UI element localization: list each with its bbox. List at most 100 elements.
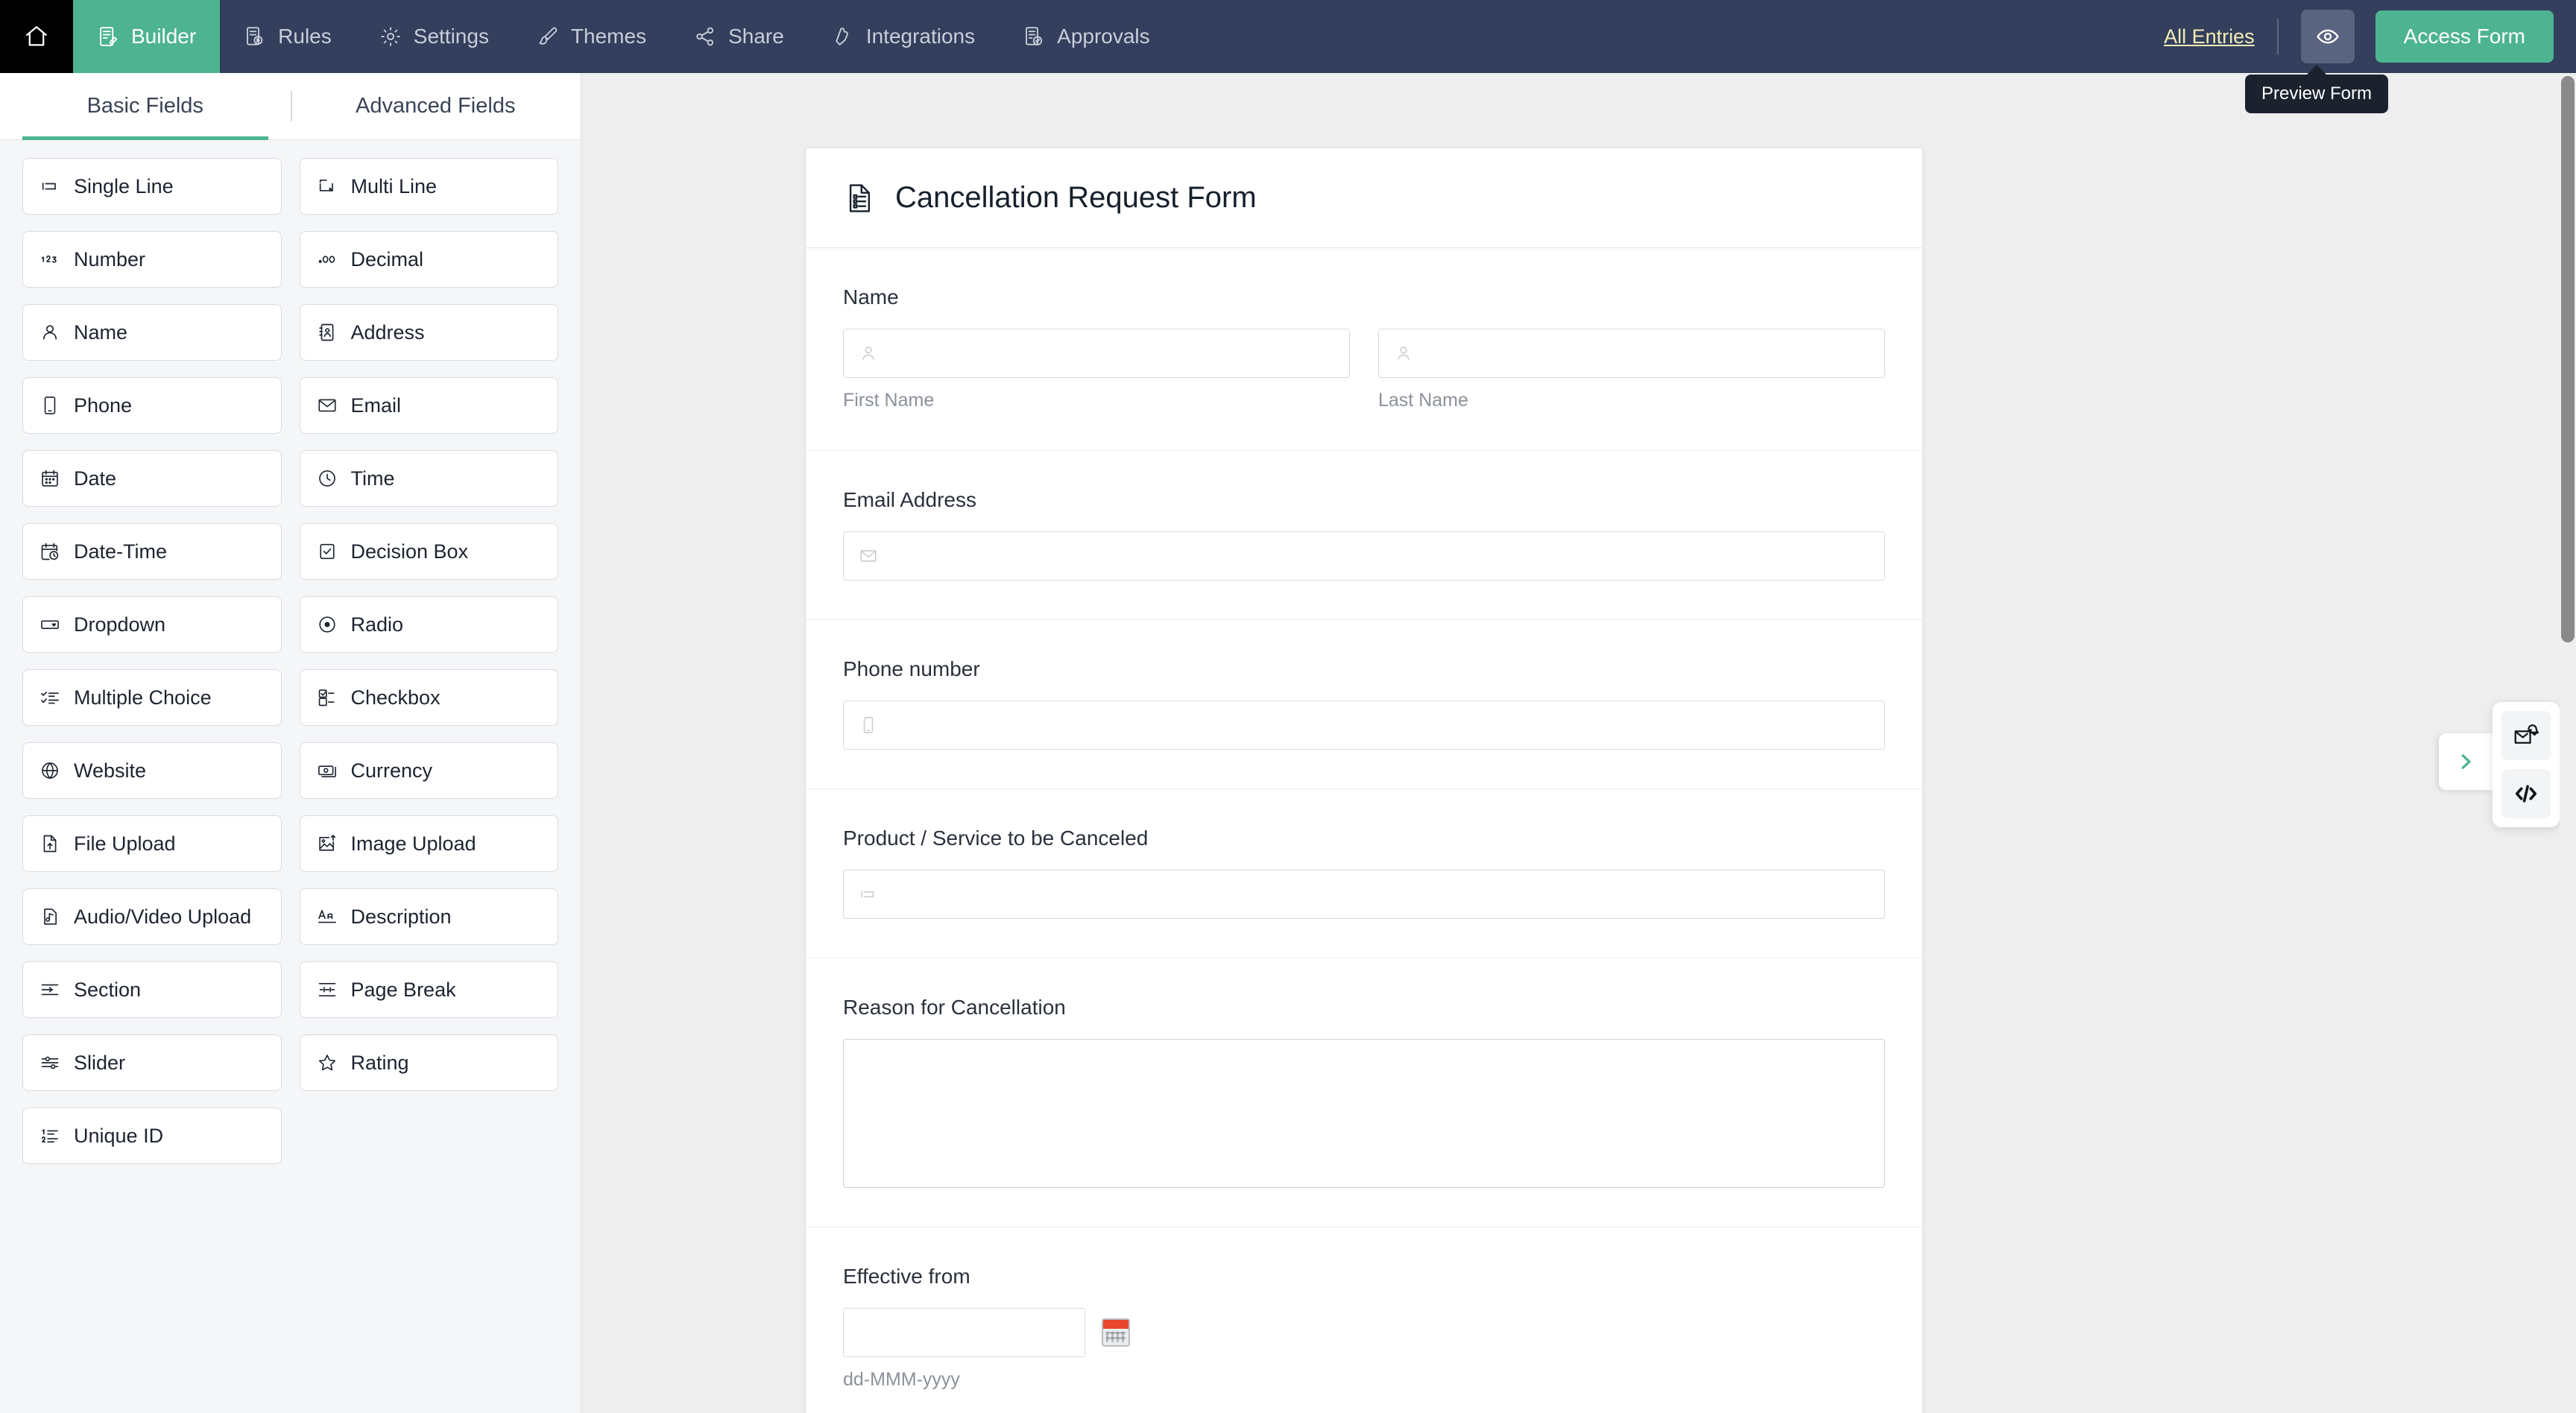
field-chip-rating[interactable]: Rating	[300, 1034, 559, 1091]
calendar-picker-icon[interactable]	[1102, 1318, 1130, 1347]
tab-integrations[interactable]: Integrations	[808, 0, 999, 73]
field-chip-currency[interactable]: Currency	[300, 742, 559, 799]
envelope-icon	[317, 395, 338, 416]
code-snippet-button[interactable]	[2501, 769, 2551, 818]
field-chip-address[interactable]: Address	[300, 304, 559, 361]
field-chip-page-break[interactable]: Page Break	[300, 961, 559, 1018]
phone-input[interactable]	[843, 701, 1885, 750]
field-chip-website[interactable]: Website	[22, 742, 282, 799]
canvas-scrollbar[interactable]	[2560, 73, 2576, 1413]
field-palette: Single Line Multi Line Number	[0, 140, 581, 1194]
field-chip-date-time[interactable]: Date-Time	[22, 523, 282, 580]
phone-icon	[40, 395, 60, 416]
field-chip-image-upload[interactable]: Image Upload	[300, 815, 559, 872]
field-chip-multiple-choice[interactable]: Multiple Choice	[22, 669, 282, 726]
field-chip-email[interactable]: Email	[300, 377, 559, 434]
field-chip-multi-line[interactable]: Multi Line	[300, 158, 559, 215]
form-title: Cancellation Request Form	[895, 181, 1257, 215]
person-icon	[1394, 344, 1413, 363]
first-name-input[interactable]	[843, 329, 1350, 378]
phone-icon	[859, 715, 878, 735]
star-icon	[317, 1052, 338, 1073]
envelope-icon	[859, 546, 878, 566]
field-label: Unique ID	[74, 1125, 163, 1148]
nav-spacer	[1174, 0, 2164, 73]
field-chip-single-line[interactable]: Single Line	[22, 158, 282, 215]
page-break-icon	[317, 979, 338, 1000]
field-chip-decimal[interactable]: Decimal	[300, 231, 559, 288]
number-123-icon	[40, 249, 60, 270]
tab-approvals[interactable]: Approvals	[999, 0, 1174, 73]
chevron-right-icon	[2455, 750, 2477, 773]
form-field-email[interactable]: Email Address	[806, 451, 1922, 620]
field-chip-section[interactable]: Section	[22, 961, 282, 1018]
tab-builder[interactable]: Builder	[73, 0, 220, 73]
tab-basic-fields[interactable]: Basic Fields	[0, 73, 291, 139]
nav-divider	[2277, 19, 2279, 54]
last-name-input[interactable]	[1378, 329, 1885, 378]
form-field-phone[interactable]: Phone number	[806, 620, 1922, 789]
text-aa-icon	[317, 906, 338, 927]
field-chip-audio-video-upload[interactable]: Audio/Video Upload	[22, 888, 282, 945]
tab-themes[interactable]: Themes	[513, 0, 670, 73]
home-button[interactable]	[0, 0, 73, 73]
tab-advanced-fields[interactable]: Advanced Fields	[291, 73, 581, 139]
image-upload-icon	[317, 833, 338, 854]
sidebar-scrollbar[interactable]	[573, 140, 581, 1413]
field-chip-slider[interactable]: Slider	[22, 1034, 282, 1091]
form-field-product[interactable]: Product / Service to be Canceled	[806, 789, 1922, 958]
tab-label: Share	[728, 25, 784, 48]
file-upload-icon	[40, 833, 60, 854]
field-chip-time[interactable]: Time	[300, 450, 559, 507]
field-label: Phone	[74, 394, 132, 417]
email-notification-icon	[2513, 722, 2539, 749]
multi-line-icon	[317, 176, 338, 197]
fields-sidebar: Basic Fields Advanced Fields Single Line	[0, 73, 581, 1413]
field-chip-decision-box[interactable]: Decision Box	[300, 523, 559, 580]
reason-textarea[interactable]	[843, 1039, 1885, 1188]
dock-expander-button[interactable]	[2439, 733, 2493, 790]
field-chip-radio[interactable]: Radio	[300, 596, 559, 653]
field-chip-phone[interactable]: Phone	[22, 377, 282, 434]
email-notification-button[interactable]	[2501, 711, 2551, 760]
email-input[interactable]	[843, 531, 1885, 581]
field-chip-unique-id[interactable]: Unique ID	[22, 1107, 282, 1164]
multiple-choice-icon	[40, 687, 60, 708]
field-label: Multi Line	[351, 175, 438, 198]
form-field-name[interactable]: Name First Name	[806, 248, 1922, 451]
field-label: Product / Service to be Canceled	[843, 826, 1885, 850]
field-chip-dropdown[interactable]: Dropdown	[22, 596, 282, 653]
field-label: Address	[351, 321, 425, 344]
field-label: Currency	[351, 759, 433, 783]
field-chip-name[interactable]: Name	[22, 304, 282, 361]
globe-icon	[40, 760, 60, 781]
field-label: Website	[74, 759, 146, 783]
calendar-clock-icon	[40, 541, 60, 562]
field-label: Email	[351, 394, 402, 417]
field-label: Name	[843, 285, 1885, 309]
field-chip-date[interactable]: Date	[22, 450, 282, 507]
section-icon	[40, 979, 60, 1000]
access-form-button[interactable]: Access Form	[2375, 10, 2554, 63]
tab-label: Approvals	[1057, 25, 1150, 48]
last-name-sublabel: Last Name	[1378, 390, 1885, 411]
canvas-scrollbar-thumb[interactable]	[2561, 76, 2575, 642]
form-field-reason[interactable]: Reason for Cancellation	[806, 958, 1922, 1227]
form-field-effective-from[interactable]: Effective from dd-MMM-yyyy	[806, 1227, 1922, 1413]
gear-icon	[379, 25, 402, 48]
dropdown-icon	[40, 614, 60, 635]
field-label: Date	[74, 467, 116, 490]
field-chip-number[interactable]: Number	[22, 231, 282, 288]
person-icon	[40, 322, 60, 343]
field-chip-description[interactable]: Description	[300, 888, 559, 945]
product-input[interactable]	[843, 870, 1885, 919]
preview-form-button[interactable]	[2301, 10, 2355, 63]
tab-settings[interactable]: Settings	[356, 0, 513, 73]
all-entries-link[interactable]: All Entries	[2164, 0, 2255, 73]
effective-from-input[interactable]	[843, 1308, 1085, 1357]
tab-share[interactable]: Share	[670, 0, 808, 73]
field-chip-checkbox[interactable]: Checkbox	[300, 669, 559, 726]
single-line-icon	[859, 885, 878, 904]
field-chip-file-upload[interactable]: File Upload	[22, 815, 282, 872]
tab-rules[interactable]: Rules	[220, 0, 356, 73]
